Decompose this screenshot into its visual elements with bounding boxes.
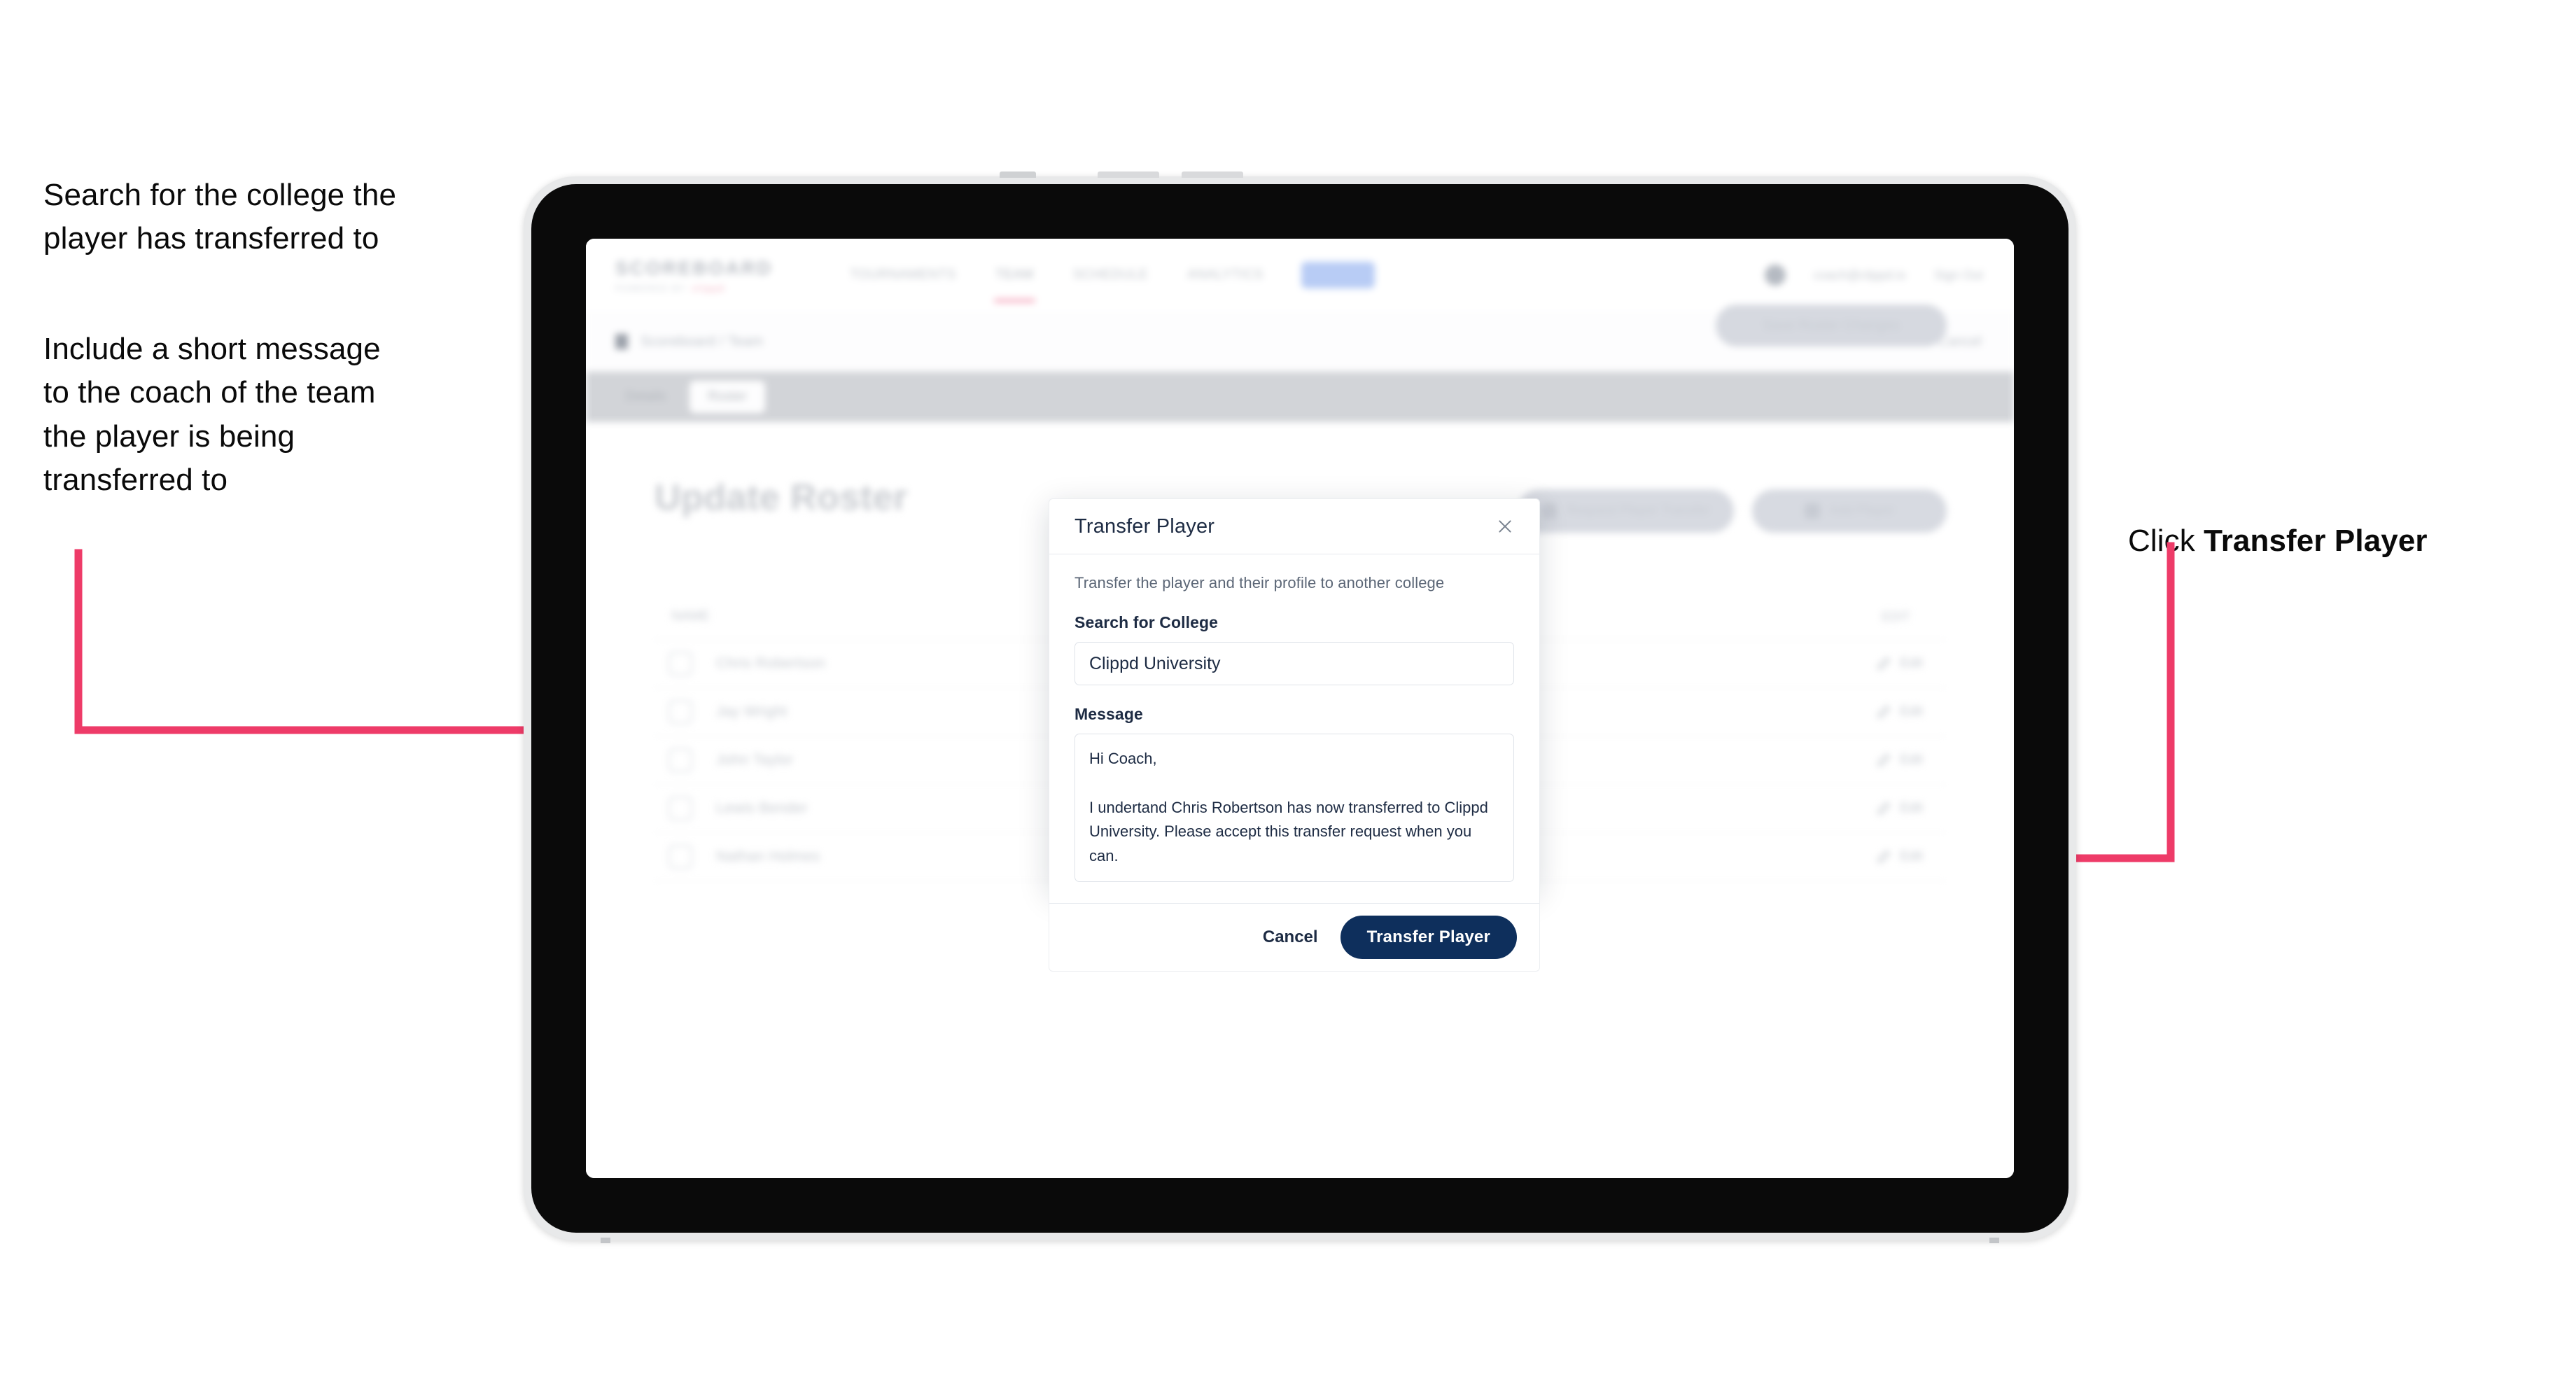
annotation-left-include-message: Include a short message to the coach of … xyxy=(43,332,381,498)
player-name: Chris Robertson xyxy=(716,655,826,671)
transfer-player-modal: Transfer Player Transfer the player and … xyxy=(1049,498,1540,972)
breadcrumb-cancel-button[interactable]: Cancel xyxy=(1938,334,1982,350)
tab-roster[interactable]: Roster xyxy=(690,381,766,413)
device-foot-left xyxy=(601,1238,610,1243)
roster-col-name: NAME xyxy=(671,609,710,624)
save-roster-changes-label: Save Roster Changes xyxy=(1763,317,1900,333)
power-button[interactable] xyxy=(1000,172,1036,178)
cancel-button[interactable]: Cancel xyxy=(1259,920,1322,954)
avatar[interactable] xyxy=(1764,265,1786,286)
download-icon xyxy=(1541,503,1558,519)
plus-icon xyxy=(1804,503,1820,519)
pencil-icon xyxy=(1876,704,1891,720)
breadcrumb-icon xyxy=(615,334,628,349)
app-header: SCOREBOARD POWERED BY clippd TOURNAMENTS… xyxy=(586,239,2014,312)
row-checkbox[interactable] xyxy=(668,652,692,676)
player-name: Jay Wright xyxy=(716,704,788,720)
save-roster-changes-button[interactable]: Save Roster Changes xyxy=(1716,304,1947,346)
edit-link[interactable]: Edit xyxy=(1900,849,1923,864)
message-textarea[interactable]: Hi Coach, I undertand Chris Robertson ha… xyxy=(1074,734,1514,882)
edit-link[interactable]: Edit xyxy=(1900,801,1923,816)
screenshot-stage: Search for the college the player has tr… xyxy=(0,0,2576,1386)
row-checkbox[interactable] xyxy=(668,700,692,724)
add-player-button[interactable]: Add Player xyxy=(1752,489,1947,533)
player-name: John Taylor xyxy=(716,752,794,768)
nav-item-schedule[interactable]: SCHEDULE xyxy=(1072,263,1149,287)
app-main-nav: TOURNAMENTS TEAM SCHEDULE ANALYTICS ADMI… xyxy=(848,262,1376,302)
modal-title: Transfer Player xyxy=(1074,514,1215,538)
device-foot-right xyxy=(1989,1238,1999,1243)
app-header-right: coach@clippd.io Sign Out xyxy=(1764,265,1983,286)
breadcrumb[interactable]: Scoreboard / Team xyxy=(640,334,763,350)
request-player-transfer-label: Request Player Transfer xyxy=(1567,503,1710,518)
nav-item-analytics[interactable]: ANALYTICS xyxy=(1186,263,1265,287)
transfer-player-button[interactable]: Transfer Player xyxy=(1340,915,1517,959)
nav-item-tournaments[interactable]: TOURNAMENTS xyxy=(848,263,958,287)
edit-link[interactable]: Edit xyxy=(1900,656,1923,671)
header-user-email: coach@clippd.io xyxy=(1813,267,1906,282)
annotation-left-search-college: Search for the college the player has tr… xyxy=(43,178,397,256)
logo-clippd: clippd xyxy=(692,283,725,293)
row-actions[interactable]: Edit xyxy=(1876,849,1923,864)
page-top-actions: Request Player Transfer Add Player xyxy=(1518,489,1947,533)
row-actions[interactable]: Edit xyxy=(1876,704,1923,720)
row-actions[interactable]: Edit xyxy=(1876,656,1923,671)
player-name: Lewis Bender xyxy=(716,800,808,816)
logo-subtitle: POWERED BY clippd xyxy=(615,284,773,293)
row-checkbox[interactable] xyxy=(668,845,692,869)
logo-wordmark: SCOREBOARD xyxy=(615,257,774,279)
search-college-input[interactable]: Clippd University xyxy=(1074,642,1514,685)
annotation-right-click-transfer: Click Transfer Player xyxy=(2128,476,2562,564)
pencil-icon xyxy=(1876,849,1891,864)
sign-out-button[interactable]: Sign Out xyxy=(1934,268,1983,283)
tab-details[interactable]: Details xyxy=(607,381,684,413)
add-player-label: Add Player xyxy=(1829,503,1895,518)
pencil-icon xyxy=(1876,801,1891,816)
player-name: Nathan Holmes xyxy=(716,848,820,864)
edit-link[interactable]: Edit xyxy=(1900,704,1923,720)
pencil-icon xyxy=(1876,656,1891,671)
edit-link[interactable]: Edit xyxy=(1900,752,1923,768)
nav-item-admin[interactable]: ADMIN xyxy=(1301,262,1376,288)
modal-subtitle: Transfer the player and their profile to… xyxy=(1074,574,1445,592)
row-checkbox[interactable] xyxy=(668,797,692,820)
row-checkbox[interactable] xyxy=(668,748,692,772)
close-icon[interactable] xyxy=(1493,514,1517,538)
roster-col-edit: EDIT xyxy=(1881,609,1910,624)
nav-item-team[interactable]: TEAM xyxy=(993,263,1035,302)
volume-down-button[interactable] xyxy=(1182,172,1243,178)
tab-bar: Details Roster xyxy=(586,372,2014,422)
row-actions[interactable]: Edit xyxy=(1876,801,1923,816)
row-actions[interactable]: Edit xyxy=(1876,752,1923,768)
message-label: Message xyxy=(1074,705,1143,723)
request-player-transfer-button[interactable]: Request Player Transfer xyxy=(1518,489,1734,533)
modal-footer: Cancel Transfer Player xyxy=(1049,902,1539,971)
volume-up-button[interactable] xyxy=(1098,172,1159,178)
pencil-icon xyxy=(1876,752,1891,768)
app-logo[interactable]: SCOREBOARD POWERED BY clippd xyxy=(615,258,773,293)
modal-header: Transfer Player xyxy=(1049,499,1539,554)
modal-body: Transfer the player and their profile to… xyxy=(1049,554,1539,903)
search-college-label: Search for College xyxy=(1074,613,1219,631)
annotation-right-prefix: Click xyxy=(2128,524,2204,559)
logo-powered-by: POWERED BY xyxy=(615,283,687,293)
annotation-right-bold: Transfer Player xyxy=(2204,524,2428,559)
